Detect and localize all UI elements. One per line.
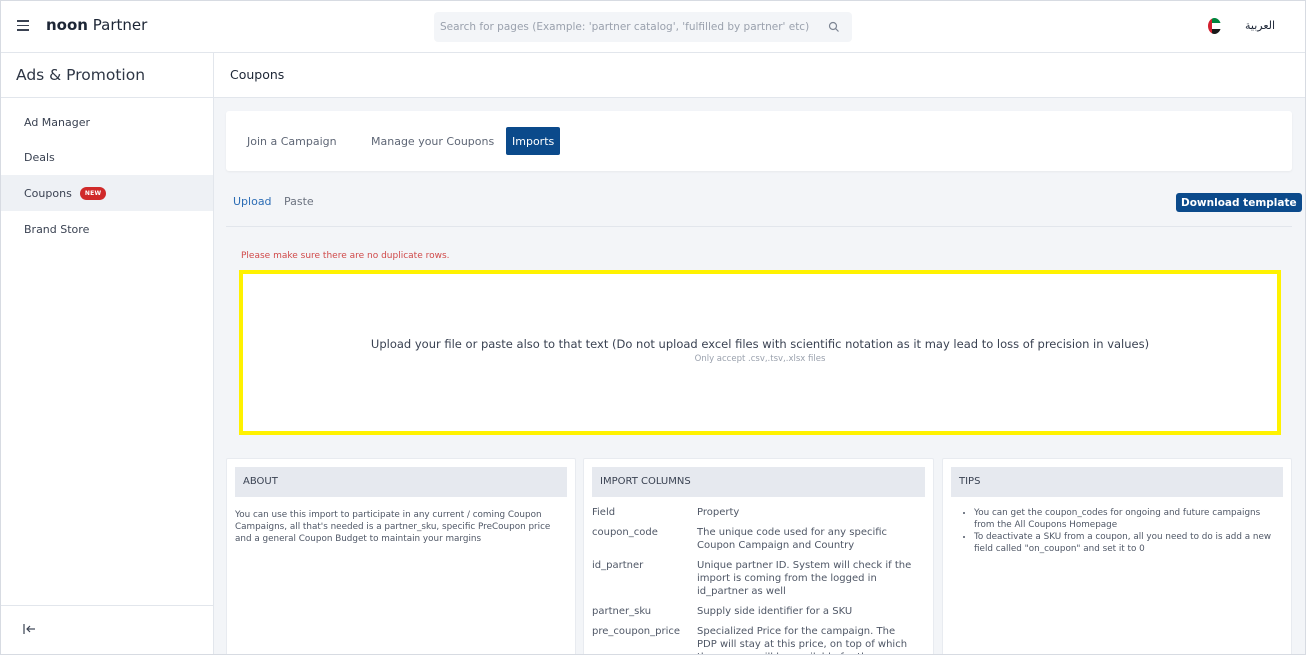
language-switch[interactable]: العربية (1245, 19, 1275, 32)
tab-manage-coupons[interactable]: Manage your Coupons (365, 127, 500, 155)
page-header: Coupons (214, 53, 1305, 98)
field-name: id_partner (592, 560, 644, 571)
file-dropzone[interactable]: Upload your file or paste also to that t… (239, 270, 1281, 435)
subtab-paste[interactable]: Paste (284, 195, 314, 208)
page-title: Coupons (230, 67, 285, 82)
list-item: You can get the coupon_codes for ongoing… (974, 507, 1283, 531)
search-icon[interactable] (828, 21, 840, 33)
subtab-upload[interactable]: Upload (233, 195, 272, 208)
tab-join-campaign[interactable]: Join a Campaign (241, 127, 343, 155)
sidebar-item-ad-manager[interactable]: Ad Manager (1, 104, 213, 140)
app-window: noon Partner العربية Ads & Promotion Ad … (0, 0, 1306, 655)
column-header-field: Field (592, 507, 616, 518)
sidebar-item-coupons[interactable]: Coupons NEW (1, 175, 213, 211)
import-columns-title: IMPORT COLUMNS (592, 467, 925, 497)
brand-rest: Partner (92, 16, 148, 34)
tips-list: You can get the coupon_codes for ongoing… (974, 507, 1283, 555)
top-bar: noon Partner العربية (1, 1, 1305, 53)
field-property: Unique partner ID. System will check if … (697, 560, 912, 597)
tab-imports[interactable]: Imports (506, 127, 561, 155)
column-header-property: Property (697, 507, 740, 518)
about-title: ABOUT (235, 467, 567, 497)
dropzone-instructions: Upload your file or paste also to that t… (370, 337, 1150, 351)
search-input[interactable] (440, 12, 820, 42)
sidebar-item-deals[interactable]: Deals (1, 139, 213, 175)
sidebar-item-label: Coupons (24, 186, 72, 200)
duplicate-rows-warning: Please make sure there are no duplicate … (241, 251, 450, 261)
new-badge: NEW (79, 186, 107, 200)
sidebar-item-label: Brand Store (24, 222, 90, 236)
main-content: Coupons Join a Campaign Manage your Coup… (214, 53, 1305, 654)
tips-card: TIPS You can get the coupon_codes for on… (942, 458, 1292, 654)
sidebar-title: Ads & Promotion (16, 66, 146, 84)
search-box (434, 12, 852, 42)
list-item: To deactivate a SKU from a coupon, all y… (974, 531, 1283, 555)
about-card: ABOUT You can use this import to partici… (226, 458, 576, 654)
import-columns-card: IMPORT COLUMNS Field Property coupon_cod… (583, 458, 934, 654)
table-row: coupon_code The unique code used for any… (592, 526, 933, 552)
divider (1, 605, 213, 606)
divider (1, 97, 213, 98)
brand-logo[interactable]: noon Partner (46, 16, 147, 34)
sidebar-item-label: Deals (24, 150, 55, 164)
hamburger-menu-icon[interactable] (17, 20, 29, 32)
sidebar-item-brand-store[interactable]: Brand Store (1, 211, 213, 247)
field-name: partner_sku (592, 606, 652, 617)
uae-flag-icon[interactable] (1208, 18, 1221, 34)
table-row: partner_sku Supply side identifier for a… (592, 605, 933, 618)
divider (226, 226, 1292, 227)
dropzone-accepted-types: Only accept .csv,.tsv,.xlsx files (694, 354, 826, 364)
download-template-button[interactable]: Download template (1176, 193, 1302, 212)
table-row: pre_coupon_price Specialized Price for t… (592, 625, 933, 654)
tips-title: TIPS (951, 467, 1283, 497)
tabs-card: Join a Campaign Manage your Coupons Impo… (226, 111, 1292, 171)
field-property: Specialized Price for the campaign. The … (697, 626, 908, 654)
table-row: id_partner Unique partner ID. System wil… (592, 559, 933, 598)
brand-bold: noon (46, 16, 88, 34)
field-property: The unique code used for any specific Co… (697, 527, 888, 551)
field-property: Supply side identifier for a SKU (697, 606, 853, 617)
field-name: pre_coupon_price (592, 626, 681, 637)
about-text: You can use this import to participate i… (235, 510, 551, 544)
sidebar: Ads & Promotion Ad Manager Deals Coupons… (1, 53, 214, 654)
collapse-left-icon[interactable] (23, 623, 37, 635)
import-columns-header: Field Property (592, 506, 933, 519)
sidebar-item-label: Ad Manager (24, 115, 91, 129)
field-name: coupon_code (592, 527, 658, 538)
